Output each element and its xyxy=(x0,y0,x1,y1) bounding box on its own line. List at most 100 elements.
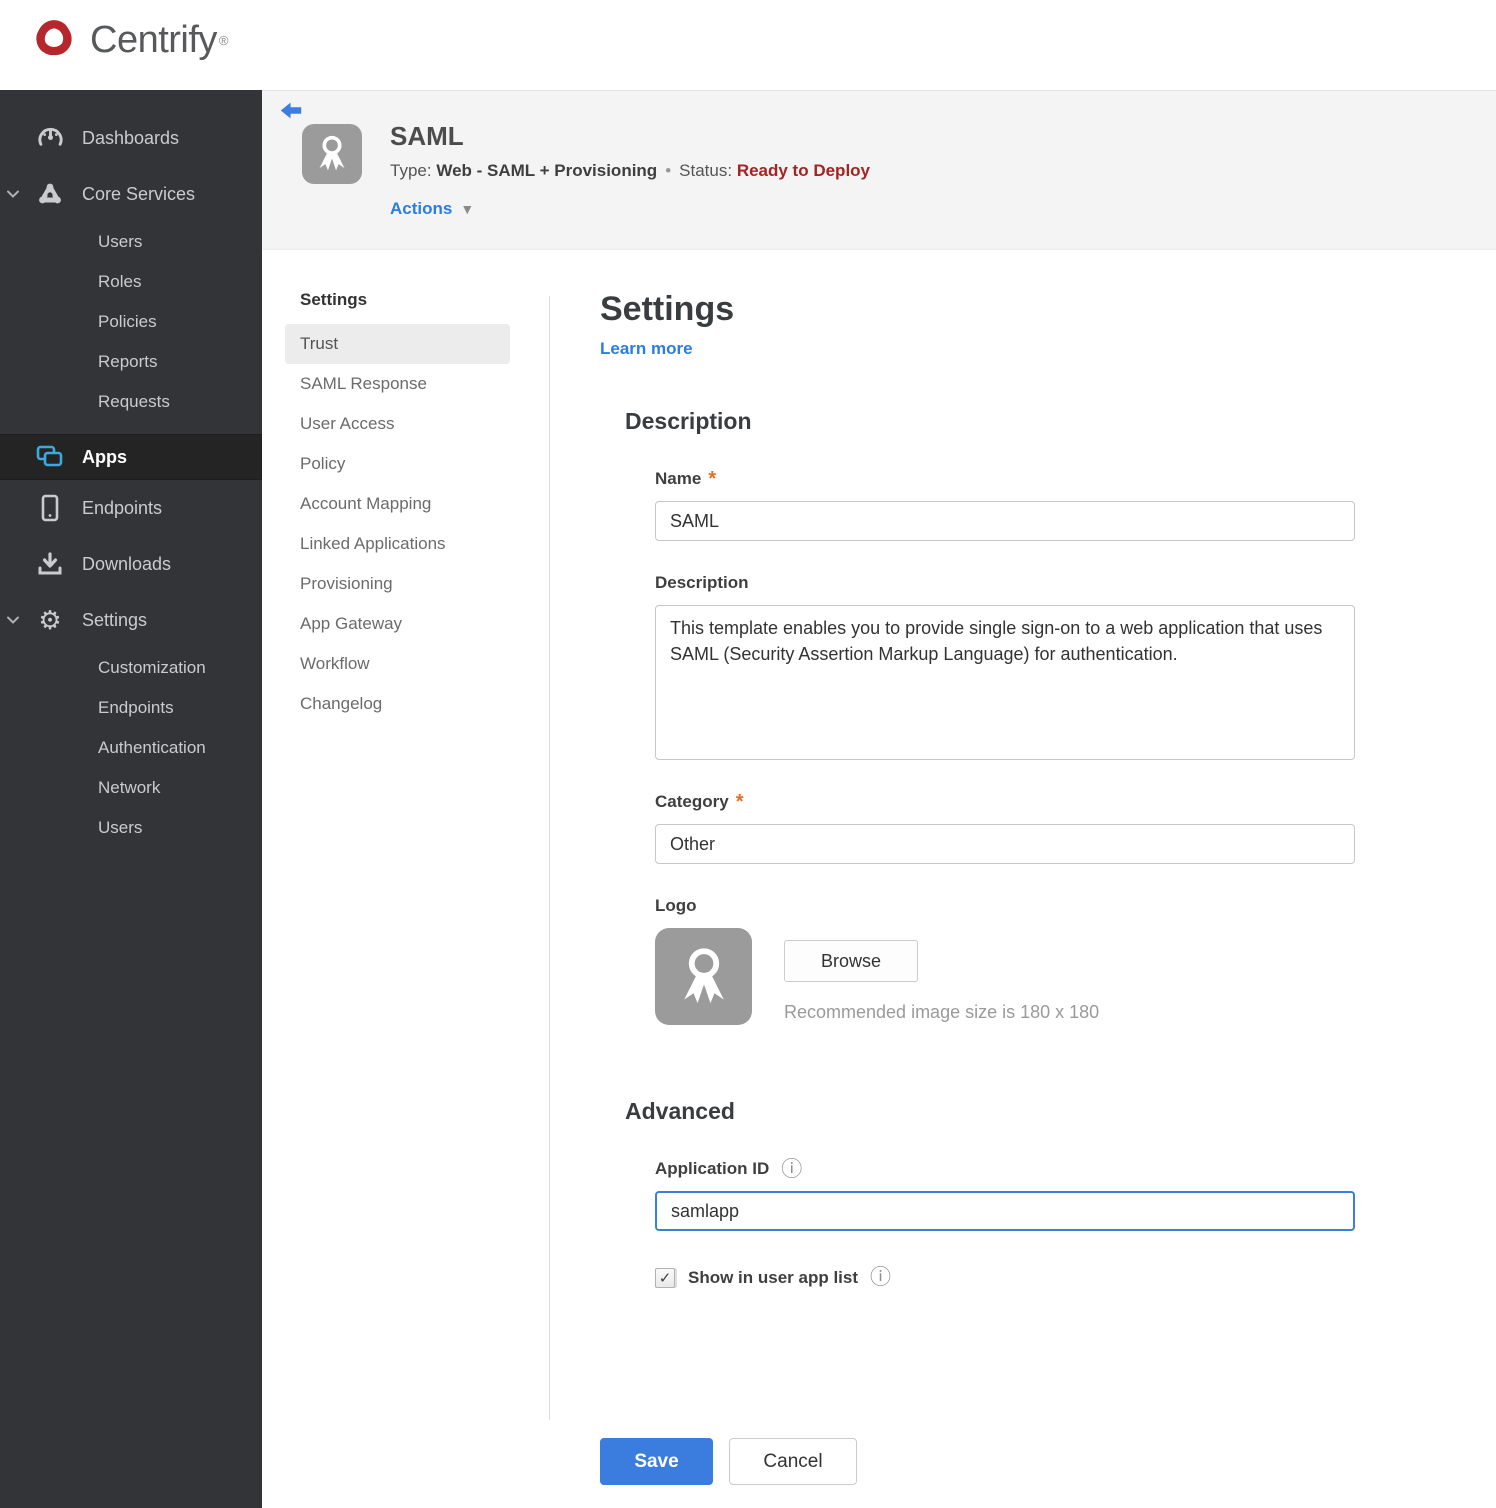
subnav-item-provisioning[interactable]: Provisioning xyxy=(285,564,510,604)
subnav-item-policy[interactable]: Policy xyxy=(285,444,510,484)
sidebar-item-label: Settings xyxy=(82,609,148,630)
type-label: Type: xyxy=(390,161,432,180)
subnav-item-changelog[interactable]: Changelog xyxy=(285,684,510,724)
subnav-item-linked-applications[interactable]: Linked Applications xyxy=(285,524,510,564)
brand-trademark: ® xyxy=(218,33,229,48)
sidebar-item-authentication[interactable]: Authentication xyxy=(0,728,262,768)
cancel-button[interactable]: Cancel xyxy=(729,1438,857,1485)
settings-panel: Settings Learn more Description Name * D… xyxy=(600,290,1360,1288)
subnav-item-account-mapping[interactable]: Account Mapping xyxy=(285,484,510,524)
logo-size-hint: Recommended image size is 180 x 180 xyxy=(784,1002,1100,1022)
required-asterisk: * xyxy=(708,468,717,490)
info-icon[interactable]: ⓘ xyxy=(781,1159,802,1180)
subnav-item-trust[interactable]: Trust xyxy=(285,324,510,364)
status-badge: Ready to Deploy xyxy=(736,161,871,180)
app-meta: Type: Web - SAML + Provisioning • Status: … xyxy=(390,161,870,181)
subnav-item-user-access[interactable]: User Access xyxy=(285,404,510,444)
app-logo-badge xyxy=(302,124,362,184)
chevron-down-icon[interactable] xyxy=(6,187,20,201)
form-actions: Save Cancel xyxy=(600,1438,857,1485)
caret-down-icon: ▼ xyxy=(460,201,475,217)
sidebar-item-label: Core Services xyxy=(82,183,196,204)
sidebar-item-users[interactable]: Users xyxy=(0,222,262,262)
sidebar-item-core-services[interactable]: Core Services xyxy=(0,166,262,222)
sidebar-item-endpoints[interactable]: Endpoints xyxy=(0,480,262,536)
gauge-icon xyxy=(36,125,64,152)
description-label: Description xyxy=(655,573,749,592)
chevron-down-icon[interactable] xyxy=(6,613,20,627)
description-section-heading: Description xyxy=(625,408,752,434)
sidebar-item-label: Apps xyxy=(82,446,127,467)
sidebar-item-network[interactable]: Network xyxy=(0,768,262,808)
sidebar-item-label: Downloads xyxy=(82,553,172,574)
meta-separator: • xyxy=(665,161,672,180)
sidebar-item-settings-endpoints[interactable]: Endpoints xyxy=(0,688,262,728)
content-area: Settings Trust SAML Response User Access… xyxy=(262,250,1496,1508)
sidebar-item-label: Network xyxy=(98,778,161,797)
sidebar-item-settings[interactable]: ⚙ Settings xyxy=(0,592,262,648)
sidebar: Dashboards Core Services Users Roles Pol… xyxy=(0,90,262,1508)
name-field[interactable] xyxy=(655,501,1355,541)
advanced-section-heading: Advanced xyxy=(625,1098,735,1124)
sidebar-item-label: Authentication xyxy=(98,738,206,757)
required-asterisk: * xyxy=(735,791,744,813)
name-label: Name * xyxy=(655,468,717,490)
sidebar-item-settings-users[interactable]: Users xyxy=(0,808,262,848)
gear-icon: ⚙ xyxy=(38,605,62,635)
show-in-user-app-list-checkbox[interactable]: ✓ xyxy=(655,1267,675,1288)
centrify-swirl-icon xyxy=(28,12,80,69)
back-arrow-icon[interactable] xyxy=(278,98,304,129)
category-label: Category * xyxy=(655,791,744,813)
sidebar-item-reports[interactable]: Reports xyxy=(0,342,262,382)
info-icon[interactable]: ⓘ xyxy=(870,1267,891,1288)
save-button[interactable]: Save xyxy=(600,1438,713,1485)
sidebar-item-downloads[interactable]: Downloads xyxy=(0,536,262,592)
sidebar-item-requests[interactable]: Requests xyxy=(0,382,262,422)
sidebar-item-label: Dashboards xyxy=(82,127,180,148)
subnav-item-app-gateway[interactable]: App Gateway xyxy=(285,604,510,644)
core-services-icon xyxy=(36,181,64,207)
settings-subnav: Settings Trust SAML Response User Access… xyxy=(285,290,510,724)
actions-label: Actions xyxy=(390,199,453,218)
description-form: Name * Description This template enables… xyxy=(655,467,1360,1025)
brand-name: Centrify xyxy=(90,19,217,61)
subnav-item-workflow[interactable]: Workflow xyxy=(285,644,510,684)
centrify-admin-screen: Centrify ® Dashboards Core Services User… xyxy=(0,0,1496,1508)
award-ribbon-icon xyxy=(669,939,739,1014)
sidebar-item-label: Requests xyxy=(98,392,170,411)
apps-icon xyxy=(36,445,64,469)
sidebar-item-roles[interactable]: Roles xyxy=(0,262,262,302)
sidebar-item-label: Endpoints xyxy=(82,497,163,518)
advanced-form: Application ID ⓘ ✓ Show in user app list… xyxy=(655,1157,1360,1288)
description-field[interactable]: This template enables you to provide sin… xyxy=(655,605,1355,760)
application-id-field[interactable] xyxy=(655,1191,1355,1231)
actions-menu-button[interactable]: Actions ▼ xyxy=(390,199,474,219)
logo-controls: Browse Recommended image size is 180 x 1… xyxy=(784,928,1099,1025)
logo-label: Logo xyxy=(655,896,697,915)
sidebar-item-label: Customization xyxy=(98,658,206,677)
sidebar-item-dashboards[interactable]: Dashboards xyxy=(0,110,262,166)
mobile-device-icon xyxy=(36,494,64,522)
subnav-item-saml-response[interactable]: SAML Response xyxy=(285,364,510,404)
sidebar-item-label: Users xyxy=(98,818,143,837)
centrify-logo: Centrify ® xyxy=(28,12,229,69)
sidebar-item-label: Endpoints xyxy=(98,698,174,717)
award-ribbon-icon xyxy=(310,130,354,179)
application-id-label: Application ID ⓘ xyxy=(655,1157,803,1181)
sidebar-item-label: Reports xyxy=(98,352,158,371)
sidebar-item-label: Policies xyxy=(98,312,157,331)
sidebar-item-customization[interactable]: Customization xyxy=(0,648,262,688)
top-bar: Centrify ® xyxy=(0,0,1496,90)
app-title: SAML xyxy=(390,121,464,151)
subnav-heading: Settings xyxy=(300,290,368,309)
learn-more-link[interactable]: Learn more xyxy=(600,339,693,359)
sidebar-item-apps[interactable]: Apps xyxy=(0,434,262,480)
sidebar-item-policies[interactable]: Policies xyxy=(0,302,262,342)
status-label: Status: xyxy=(679,161,733,180)
logo-row: Browse Recommended image size is 180 x 1… xyxy=(655,928,1360,1025)
category-field[interactable] xyxy=(655,824,1355,864)
show-in-user-app-list-label: Show in user app list xyxy=(688,1267,859,1287)
type-value: Web - SAML + Provisioning xyxy=(436,161,658,180)
browse-button[interactable]: Browse xyxy=(784,940,918,982)
app-header: SAML Type: Web - SAML + Provisioning • Sta… xyxy=(262,90,1496,250)
